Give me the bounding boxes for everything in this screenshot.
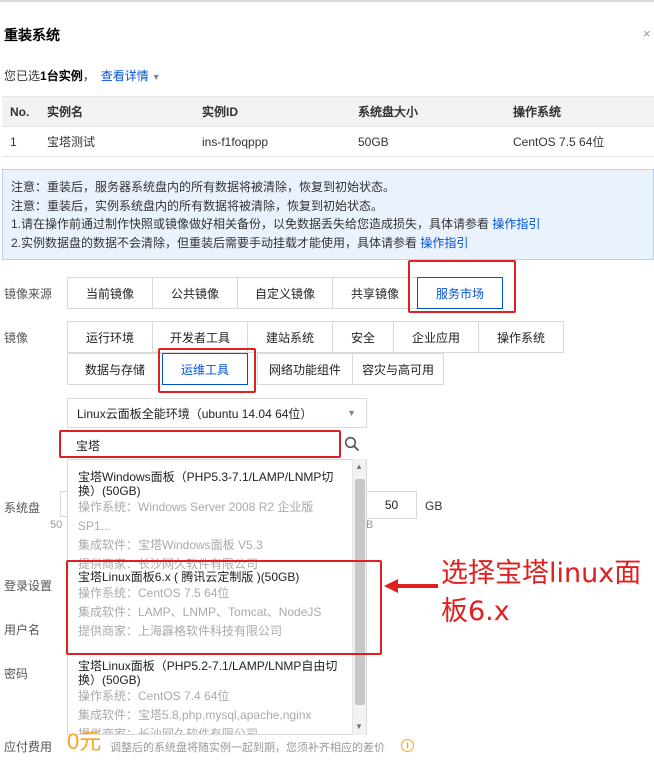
result-vendor: 提供商家：长沙网久软件有限公司 (78, 727, 259, 735)
result-item-bt-linux[interactable]: 宝塔Linux面板（PHP5.2-7.1/LAMP/LNMP自由切换）(50GB… (78, 659, 348, 735)
result-software: 集成软件：LAMP、LNMP、Tomcat、NodeJS (78, 605, 322, 619)
warning-notice: 注意：重装后，服务器系统盘内的所有数据将被清除，恢复到初始状态。 注意：重装后，… (2, 169, 654, 260)
col-os: 操作系统 (505, 96, 654, 127)
close-button[interactable]: × (643, 26, 651, 41)
view-details-link[interactable]: 查看详情 (101, 69, 149, 83)
image-source-label: 镜像来源 (4, 287, 53, 301)
image-source-public[interactable]: 公共镜像 (152, 277, 238, 309)
image-category-label: 镜像 (4, 331, 29, 345)
image-select[interactable]: Linux云面板全能环境（ubuntu 14.04 64位） ▼ (67, 398, 367, 428)
disk-size-input[interactable]: 50 (367, 491, 417, 519)
selected-prefix: 您已选 (4, 69, 41, 83)
result-os: 操作系统：CentOS 7.5 64位 (78, 586, 230, 600)
notice-line-3: 1.请在操作前通过制作快照或镜像做好相关备份，以免数据丢失给您造成损失，具体请参… (11, 215, 653, 234)
result-os: 操作系统：Windows Server 2008 R2 企业版 SP1... (78, 500, 314, 533)
col-instance-name: 实例名 (39, 96, 194, 127)
category-enterprise[interactable]: 企业应用 (393, 321, 479, 353)
category-runtime[interactable]: 运行环境 (67, 321, 153, 353)
category-os[interactable]: 操作系统 (478, 321, 564, 353)
result-title: 宝塔Linux面板6.x ( 腾讯云定制版 )(50GB) (78, 570, 300, 584)
username-label: 用户名 (4, 623, 41, 637)
image-source-custom[interactable]: 自定义镜像 (237, 277, 333, 309)
image-source-current[interactable]: 当前镜像 (67, 277, 153, 309)
result-title: 宝塔Linux面板（PHP5.2-7.1/LAMP/LNMP自由切换）(50GB… (78, 659, 338, 687)
operation-guide-link[interactable]: 操作指引 (492, 217, 540, 231)
category-disaster-recovery[interactable]: 容灾与高可用 (352, 353, 444, 385)
col-disk-size: 系统盘大小 (350, 96, 505, 127)
annotation-line-2: 板6.x (441, 596, 510, 627)
category-ops-tools[interactable]: 运维工具 (162, 353, 248, 385)
image-search[interactable] (67, 432, 367, 458)
notice-line-4: 2.实例数据盘的数据不会清除，但重装后需要手动挂载才能使用，具体请参看 操作指引 (11, 234, 653, 253)
result-item-bt-linux-6x[interactable]: 宝塔Linux面板6.x ( 腾讯云定制版 )(50GB) 操作系统：CentO… (78, 570, 348, 641)
col-instance-id: 实例ID (194, 96, 350, 127)
dialog-title: 重装系统 (4, 27, 60, 43)
table-row: 1 宝塔测试 ins-f1foqppp 50GB CentOS 7.5 64位 (2, 126, 654, 157)
category-security[interactable]: 安全 (332, 321, 394, 353)
instance-table: No. 实例名 实例ID 系统盘大小 操作系统 1 宝塔测试 ins-f1foq… (2, 96, 654, 157)
scroll-up-arrow-icon[interactable]: ▲ (355, 462, 363, 471)
fee-amount: 0元 (67, 729, 102, 754)
annotation-line-1: 选择宝塔linux面 (441, 558, 642, 589)
result-software: 集成软件：宝塔Windows面板 V5.3 (78, 538, 263, 552)
selected-instances-line: 您已选1台实例， 查看详情 ▼ (4, 67, 161, 84)
cell-os: CentOS 7.5 64位 (505, 126, 654, 157)
notice-line-1: 注意：重装后，服务器系统盘内的所有数据将被清除，恢复到初始状态。 (11, 180, 396, 194)
category-dev-tools[interactable]: 开发者工具 (152, 321, 248, 353)
chevron-down-icon[interactable]: ▼ (152, 72, 161, 82)
col-no: No. (2, 96, 39, 127)
notice-line-4-text: 2.实例数据盘的数据不会清除，但重装后需要手动挂载才能使用，具体请参看 (11, 235, 418, 250)
search-input[interactable] (67, 434, 343, 456)
arrow-left-icon (384, 579, 438, 593)
selected-suffix: ， (82, 69, 95, 83)
fee-label: 应付费用 (4, 740, 53, 754)
image-source-marketplace[interactable]: 服务市场 (417, 277, 503, 309)
fee-note: 调整后的系统盘将随实例一起到期，您须补齐相应的差价 (110, 742, 385, 754)
image-select-value: Linux云面板全能环境（ubuntu 14.04 64位） (77, 406, 313, 421)
scroll-down-arrow-icon[interactable]: ▼ (355, 722, 363, 731)
result-item-bt-windows[interactable]: 宝塔Windows面板（PHP5.3-7.1/LAMP/LNMP切换）(50GB… (78, 470, 348, 574)
cell-instance-id: ins-f1foqppp (194, 126, 350, 157)
password-label: 密码 (4, 667, 29, 681)
scroll-thumb[interactable] (355, 479, 365, 705)
operation-guide-link[interactable]: 操作指引 (420, 236, 468, 250)
result-vendor: 提供商家：上海霹格软件科技有限公司 (78, 624, 283, 638)
system-disk-label: 系统盘 (4, 501, 41, 515)
cell-no: 1 (2, 126, 39, 157)
annotation-text: 选择宝塔linux面 板6.x (441, 555, 641, 631)
table-header-row: No. 实例名 实例ID 系统盘大小 操作系统 (2, 96, 654, 127)
selected-count: 1台实例 (40, 69, 83, 83)
image-source-shared[interactable]: 共享镜像 (332, 277, 418, 309)
cell-instance-name: 宝塔测试 (39, 126, 194, 157)
cell-disk-size: 50GB (350, 126, 505, 157)
chevron-down-icon[interactable]: ▼ (347, 408, 356, 418)
search-icon[interactable] (344, 436, 360, 452)
disk-unit: GB (425, 499, 443, 513)
category-network[interactable]: 网络功能组件 (257, 353, 353, 385)
top-border (0, 0, 654, 2)
login-settings-label: 登录设置 (4, 579, 53, 593)
result-os: 操作系统：CentOS 7.4 64位 (78, 689, 230, 703)
result-software: 集成软件：宝塔5.8,php,mysql,apache,nginx (78, 708, 312, 722)
disk-max-label: B (366, 519, 374, 531)
disk-min-label: 50 (50, 519, 63, 531)
dropdown-scrollbar[interactable]: ▲ ▼ (352, 459, 366, 735)
notice-line-2: 注意：重装后，实例系统盘内的所有数据将被清除，恢复到初始状态。 (11, 198, 384, 213)
image-results-dropdown[interactable]: 宝塔Windows面板（PHP5.3-7.1/LAMP/LNMP切换）(50GB… (67, 459, 367, 735)
info-icon[interactable]: i (401, 739, 414, 752)
category-data-storage[interactable]: 数据与存储 (67, 353, 163, 385)
result-title: 宝塔Windows面板（PHP5.3-7.1/LAMP/LNMP切换）(50GB… (78, 470, 334, 498)
notice-line-3-text: 1.请在操作前通过制作快照或镜像做好相关备份，以免数据丢失给您造成损失，具体请参… (11, 217, 490, 231)
category-site-builder[interactable]: 建站系统 (247, 321, 333, 353)
